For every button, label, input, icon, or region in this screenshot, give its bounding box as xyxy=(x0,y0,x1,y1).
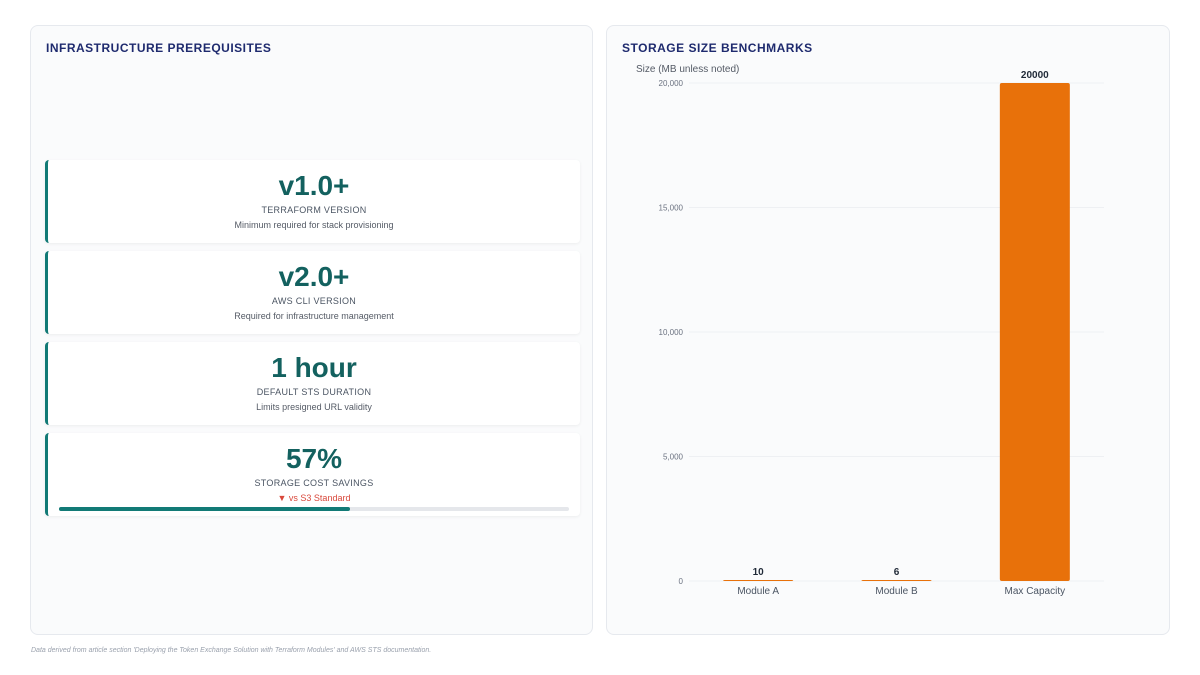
kpi-card-terraform: v1.0+ TERRAFORM VERSION Minimum required… xyxy=(45,160,580,243)
kpi-value: v1.0+ xyxy=(278,170,350,201)
prerequisites-title: INFRASTRUCTURE PREREQUISITES xyxy=(46,41,272,55)
data-label: 10 xyxy=(753,567,765,578)
y-tick-label: 5,000 xyxy=(663,453,684,462)
benchmarks-panel: STORAGE SIZE BENCHMARKS Size (MB unless … xyxy=(606,25,1170,635)
y-axis-label: Size (MB unless noted) xyxy=(636,64,739,75)
kpi-label: STORAGE COST SAVINGS xyxy=(254,478,374,488)
y-tick-label: 0 xyxy=(679,577,684,586)
savings-progress-fill xyxy=(59,507,350,511)
kpi-label: TERRAFORM VERSION xyxy=(261,205,367,215)
kpi-value: 1 hour xyxy=(271,352,357,383)
y-tick-label: 20,000 xyxy=(659,79,684,88)
kpi-description: Minimum required for stack provisioning xyxy=(234,220,394,230)
kpi-card-cost-savings: 57% STORAGE COST SAVINGS ▼ vs S3 Standar… xyxy=(45,433,580,516)
x-tick-label: Module B xyxy=(875,586,918,597)
source-footnote: Data derived from article section 'Deplo… xyxy=(31,647,432,654)
prerequisites-panel: INFRASTRUCTURE PREREQUISITES v1.0+ TERRA… xyxy=(30,25,593,635)
x-tick-label: Max Capacity xyxy=(1005,586,1066,597)
data-label: 20000 xyxy=(1021,70,1049,81)
kpi-card-sts-duration: 1 hour DEFAULT STS DURATION Limits presi… xyxy=(45,342,580,425)
kpi-label: AWS CLI VERSION xyxy=(271,296,357,306)
data-label: 6 xyxy=(894,567,900,578)
kpi-card-aws-cli: v2.0+ AWS CLI VERSION Required for infra… xyxy=(45,251,580,334)
kpi-value: 57% xyxy=(285,443,343,474)
kpi-value: v2.0+ xyxy=(278,261,350,292)
kpi-description: Limits presigned URL validity xyxy=(256,402,372,412)
bar xyxy=(999,83,1070,581)
storage-bar-chart: Size (MB unless noted) 0 5,000 10,000 15,000… xyxy=(636,64,1104,597)
savings-progress-track xyxy=(59,507,569,511)
kpi-label: DEFAULT STS DURATION xyxy=(256,387,372,397)
y-tick-label: 15,000 xyxy=(659,204,684,213)
x-tick-label: Module A xyxy=(737,586,779,597)
bar xyxy=(723,580,794,581)
kpi-card-list: v1.0+ TERRAFORM VERSION Minimum required… xyxy=(45,160,580,524)
y-tick-label: 10,000 xyxy=(659,328,684,337)
kpi-description: Required for infrastructure management xyxy=(234,311,394,321)
kpi-description: ▼ vs S3 Standard xyxy=(277,493,351,503)
bar xyxy=(861,580,932,581)
